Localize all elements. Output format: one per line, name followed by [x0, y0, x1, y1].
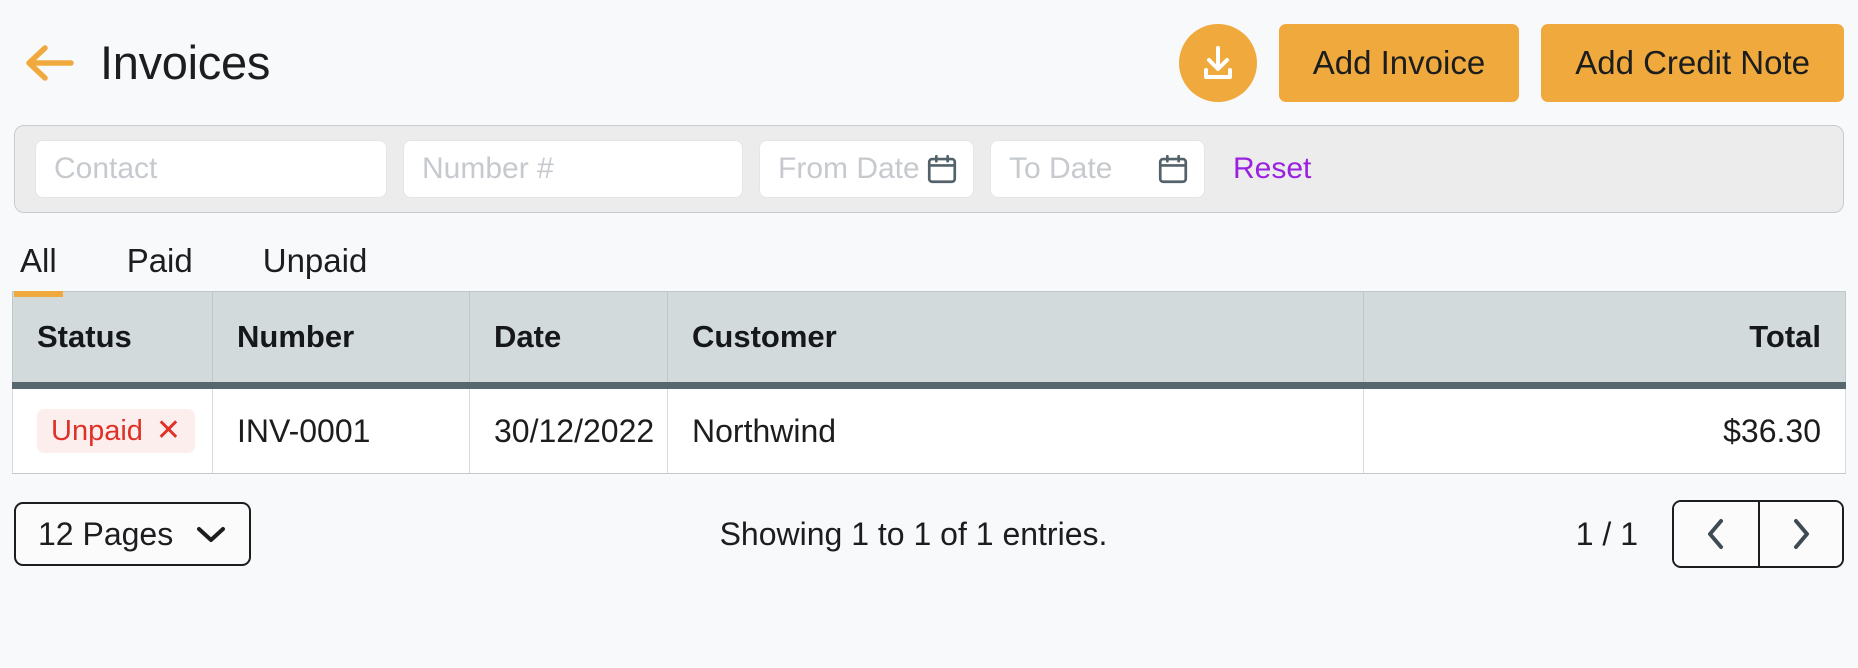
calendar-icon	[927, 154, 957, 184]
column-header-date[interactable]: Date	[469, 291, 668, 386]
pages-per-view-select[interactable]: 12 Pages	[14, 502, 252, 566]
filter-bar: Contact Number # From Date To Date Reset	[14, 125, 1844, 213]
entries-summary: Showing 1 to 1 of 1 entries.	[719, 515, 1108, 552]
previous-page-button[interactable]	[1674, 502, 1758, 566]
contact-filter-input[interactable]: Contact	[35, 140, 387, 198]
table-row[interactable]: Unpaid ✕ INV-0001 30/12/2022 Northwind $…	[12, 385, 1846, 474]
from-date-filter-input[interactable]: From Date	[759, 140, 974, 198]
cell-number: INV-0001	[212, 385, 470, 474]
pages-select-label: 12 Pages	[38, 515, 174, 552]
number-filter-placeholder: Number #	[422, 152, 554, 185]
reset-filters-link[interactable]: Reset	[1233, 152, 1311, 186]
tab-paid[interactable]: Paid	[121, 242, 199, 297]
table-header-row: Status Number Date Customer Total	[12, 291, 1846, 386]
cell-status: Unpaid ✕	[12, 385, 213, 474]
number-filter-input[interactable]: Number #	[403, 140, 743, 198]
invoices-page: Invoices Add Invoice Add Credit Note Con…	[0, 0, 1858, 668]
invoices-table: Status Number Date Customer Total Unpaid…	[12, 291, 1846, 474]
cell-customer: Northwind	[667, 385, 1364, 474]
status-tabs: All Paid Unpaid	[0, 213, 1858, 297]
to-date-placeholder: To Date	[1009, 152, 1113, 185]
column-header-customer[interactable]: Customer	[667, 291, 1364, 386]
chevron-right-icon	[1794, 519, 1809, 549]
page-header: Invoices Add Invoice Add Credit Note	[0, 0, 1858, 125]
download-icon	[1203, 45, 1232, 79]
column-header-total[interactable]: Total	[1363, 291, 1846, 386]
calendar-icon	[1158, 154, 1188, 184]
add-invoice-button[interactable]: Add Invoice	[1278, 23, 1520, 102]
table-head: Status Number Date Customer Total	[12, 291, 1846, 386]
table-footer: 12 Pages Showing 1 to 1 of 1 entries. 1 …	[0, 488, 1858, 580]
chevron-down-icon	[197, 527, 226, 542]
invoices-table-container: Status Number Date Customer Total Unpaid…	[12, 291, 1846, 474]
next-page-button[interactable]	[1758, 502, 1842, 566]
download-button[interactable]	[1178, 23, 1257, 102]
page-title: Invoices	[100, 36, 271, 89]
close-icon[interactable]: ✕	[156, 416, 181, 446]
cell-total: $36.30	[1363, 385, 1846, 474]
status-badge[interactable]: Unpaid ✕	[37, 409, 196, 453]
to-date-filter-input[interactable]: To Date	[990, 140, 1205, 198]
arrow-left-icon	[26, 44, 74, 81]
pagination-controls	[1672, 500, 1844, 568]
add-credit-note-button[interactable]: Add Credit Note	[1541, 23, 1844, 102]
cell-date: 30/12/2022	[469, 385, 668, 474]
column-header-status[interactable]: Status	[12, 291, 213, 386]
status-badge-label: Unpaid	[51, 414, 143, 447]
chevron-left-icon	[1708, 519, 1723, 549]
from-date-placeholder: From Date	[778, 152, 920, 185]
page-indicator: 1 / 1	[1575, 515, 1638, 552]
tab-all[interactable]: All	[14, 242, 63, 297]
back-button[interactable]	[18, 32, 80, 94]
tab-unpaid[interactable]: Unpaid	[257, 242, 374, 297]
column-header-number[interactable]: Number	[212, 291, 470, 386]
table-body: Unpaid ✕ INV-0001 30/12/2022 Northwind $…	[12, 385, 1846, 474]
contact-filter-placeholder: Contact	[54, 152, 158, 185]
